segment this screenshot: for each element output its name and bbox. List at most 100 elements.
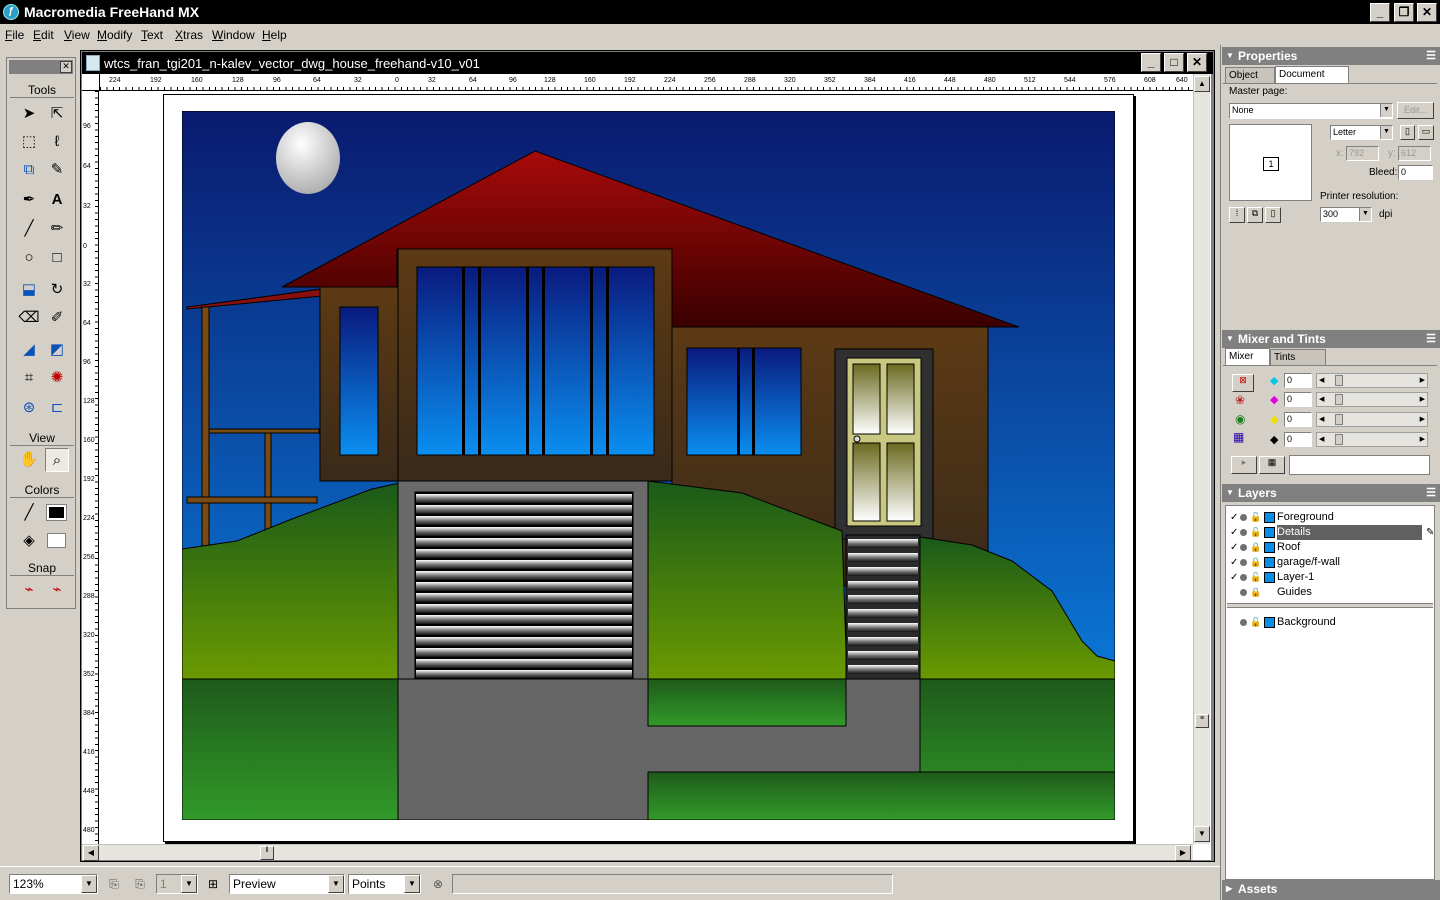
menu-file[interactable]: File (5, 28, 24, 42)
layer-preview-dot-icon[interactable] (1240, 544, 1247, 551)
layer-row-roof[interactable]: ✓ 🔒 Roof (1228, 540, 1433, 555)
zoom-select[interactable]: 123% ▼ (9, 874, 98, 894)
bleed-field[interactable]: 0 (1398, 165, 1433, 180)
scroll-up-icon[interactable]: ▲ (1194, 76, 1210, 92)
moon-shape[interactable] (276, 122, 340, 194)
black-slider[interactable]: ◀ ▶ (1316, 432, 1428, 447)
snap-to-guides-icon[interactable]: ⌁ (45, 578, 69, 602)
add-to-tints-icon[interactable]: ▦ (1259, 456, 1285, 474)
minimize-document-button[interactable]: _ (1141, 53, 1161, 72)
chevron-down-icon[interactable]: ▼ (181, 875, 197, 893)
transform-tool-icon[interactable]: ⬓ (17, 278, 41, 302)
layer-color-swatch[interactable] (1264, 572, 1275, 583)
scroll-right-icon[interactable]: ▶ (1175, 845, 1191, 861)
page-duplicate-icon[interactable]: ⧉ (1247, 207, 1263, 223)
add-to-swatches-icon[interactable]: ▸ (1231, 456, 1257, 474)
layer-row-foreground[interactable]: ✓ 🔓 Foreground (1228, 510, 1433, 525)
front-lawn-bottom[interactable] (647, 771, 1115, 820)
perspective-tool-icon[interactable]: ◩ (45, 338, 69, 362)
hand-tool-icon[interactable]: ✋ (17, 448, 41, 472)
yellow-slider[interactable]: ◀ ▶ (1316, 412, 1428, 427)
layer-color-swatch[interactable] (1264, 557, 1275, 568)
stroke-color-icon[interactable]: ╱ (17, 501, 41, 525)
system-color-icon[interactable]: ▦ (1233, 430, 1255, 446)
crop-tool-icon[interactable]: ⌗ (17, 366, 41, 390)
scroll-down-icon[interactable]: ▼ (1194, 826, 1210, 842)
horizontal-scrollbar[interactable]: ◀ ‖ ▶ (82, 844, 1193, 861)
porch-rail[interactable] (208, 428, 320, 434)
page-arrange-icon[interactable]: ⁞ (1229, 207, 1245, 223)
ellipse-tool-icon[interactable]: ○ (17, 246, 41, 270)
page-height-field[interactable]: 612 (1398, 146, 1431, 161)
black-value-field[interactable]: 0 (1284, 432, 1312, 447)
rgb-mode-icon[interactable]: ❀ (1235, 393, 1253, 409)
left-window[interactable] (339, 306, 379, 456)
view-mode-select[interactable]: Preview ▼ (229, 874, 345, 894)
text-tool-icon[interactable]: A (45, 188, 69, 212)
layer-visible-check-icon[interactable]: ✓ (1230, 555, 1238, 570)
portrait-orientation-icon[interactable]: ▯ (1400, 125, 1415, 140)
house-artwork[interactable] (182, 111, 1115, 820)
lock-icon[interactable]: 🔒 (1250, 540, 1261, 555)
layer-color-swatch[interactable] (1264, 512, 1275, 523)
hls-mode-icon[interactable]: ◉ (1235, 412, 1253, 428)
cyan-value-field[interactable]: 0 (1284, 373, 1312, 388)
close-app-button[interactable]: ✕ (1417, 3, 1437, 22)
page-thumbnail-area[interactable]: 1 (1229, 124, 1312, 201)
page-width-field[interactable]: 792 (1346, 146, 1379, 161)
layer-row-details[interactable]: ✓ 🔓 Details ✎ (1228, 525, 1434, 540)
menu-modify[interactable]: Modify (97, 28, 132, 42)
front-lawn-center[interactable] (647, 678, 849, 727)
layer-visible-check-icon[interactable]: ✓ (1230, 540, 1238, 555)
layer-visible-check-icon[interactable]: ✓ (1230, 570, 1238, 585)
porch-post[interactable] (201, 306, 210, 553)
chevron-down-icon[interactable]: ▼ (1359, 208, 1371, 221)
connector-tool-icon[interactable]: ⊏ (45, 396, 69, 420)
graphic-hose-tool-icon[interactable]: ✺ (45, 366, 69, 390)
mixer-panel-header[interactable]: Mixer and Tints ☰ (1222, 330, 1440, 348)
master-page-select[interactable]: None ▼ (1229, 103, 1393, 119)
unlock-icon[interactable]: 🔓 (1250, 570, 1261, 585)
page-new-icon[interactable]: ▯ (1265, 207, 1281, 223)
cmyk-mode-icon[interactable]: ⊠ (1232, 374, 1254, 392)
layer-visible-check-icon[interactable]: ✓ (1230, 510, 1238, 525)
layer-preview-dot-icon[interactable] (1240, 619, 1247, 626)
unlock-icon[interactable]: 🔓 (1250, 510, 1261, 525)
menu-xtras[interactable]: Xtras (175, 28, 203, 42)
units-select[interactable]: Points ▼ (348, 874, 421, 894)
menu-help[interactable]: Help (262, 28, 287, 42)
layer-row-background[interactable]: 🔓 Background (1228, 615, 1433, 630)
close-document-button[interactable]: ✕ (1187, 53, 1207, 72)
lasso-tool-icon[interactable]: ℓ (45, 130, 69, 154)
knife-tool-icon[interactable]: ✐ (45, 306, 69, 330)
cancel-render-icon[interactable]: ⊗ (430, 874, 446, 894)
vertical-scroll-thumb[interactable]: ≡ (1195, 714, 1209, 728)
scale-tool-icon[interactable]: ⧉ (17, 158, 41, 182)
edit-master-button[interactable]: Edit... (1397, 102, 1434, 119)
layer-preview-dot-icon[interactable] (1240, 514, 1247, 521)
rectangle-tool-icon[interactable]: □ (45, 246, 69, 270)
assets-panel-header[interactable]: Assets (1222, 880, 1440, 900)
add-page-icon[interactable]: ⊞ (205, 874, 221, 894)
zoom-tool-icon[interactable]: ⌕ (45, 448, 69, 472)
panel-options-icon[interactable]: ☰ (1426, 330, 1436, 348)
unlock-icon[interactable]: 🔓 (1250, 525, 1261, 540)
layer-preview-dot-icon[interactable] (1240, 589, 1247, 596)
layers-separator[interactable] (1227, 603, 1433, 608)
snap-to-point-icon[interactable]: ⌁ (17, 578, 41, 602)
big-window[interactable] (416, 266, 655, 456)
unlock-icon[interactable]: 🔓 (1250, 615, 1261, 630)
ruler-origin[interactable] (82, 74, 100, 91)
page-size-select[interactable]: Letter ▼ (1330, 125, 1393, 140)
chevron-down-icon[interactable]: ▼ (81, 875, 97, 893)
maximize-document-button[interactable]: □ (1164, 53, 1184, 72)
printer-resolution-select[interactable]: 300 ▼ (1320, 207, 1372, 222)
tab-mixer[interactable]: Mixer (1225, 348, 1270, 365)
yellow-value-field[interactable]: 0 (1284, 412, 1312, 427)
chevron-down-icon[interactable]: ▼ (328, 875, 344, 893)
properties-panel-header[interactable]: Properties ☰ (1222, 47, 1440, 65)
menu-text[interactable]: Text (141, 28, 163, 42)
close-icon[interactable]: ✕ (60, 61, 72, 73)
landscape-orientation-icon[interactable]: ▭ (1418, 125, 1434, 140)
cyan-slider[interactable]: ◀ ▶ (1316, 373, 1428, 388)
